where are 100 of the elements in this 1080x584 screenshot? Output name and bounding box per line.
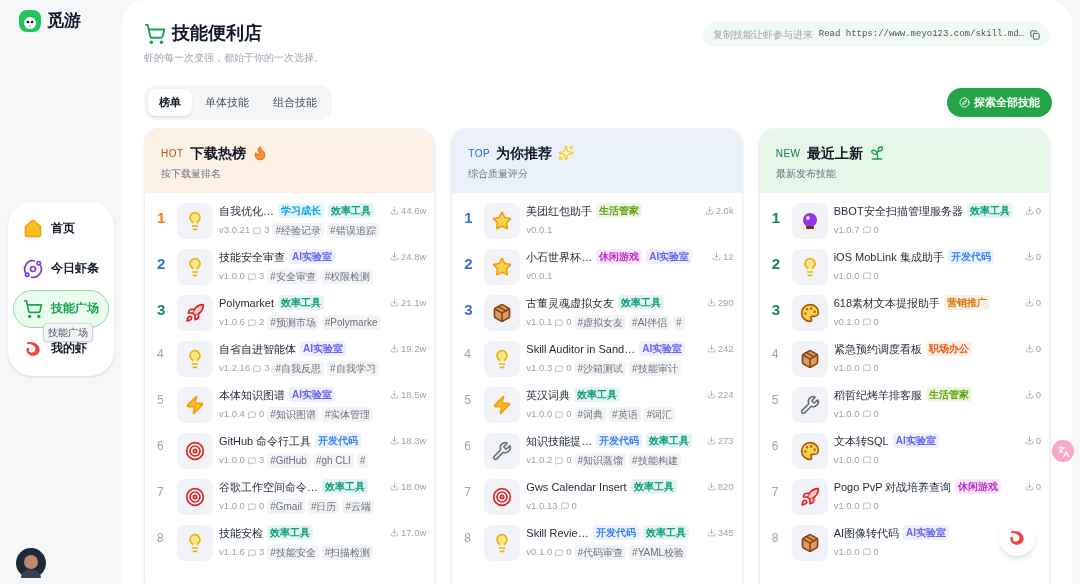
brand-name: 觅游 bbox=[47, 10, 81, 32]
card-tag: HOT bbox=[161, 145, 184, 161]
hashtag-chip: #技能审计 bbox=[629, 361, 681, 376]
rank-number: 7 bbox=[156, 483, 165, 501]
card-subtitle: 按下载量排名 bbox=[161, 166, 222, 181]
version-text: v1.0.0 bbox=[833, 453, 860, 467]
comment-count: 0 bbox=[873, 407, 879, 421]
rank-number: 4 bbox=[463, 345, 472, 363]
card-title: 最近上新 bbox=[806, 143, 863, 163]
hashtag-chip: #Gmail bbox=[267, 499, 305, 514]
hashtag-chip: #词汇 bbox=[643, 407, 676, 422]
card-title: 下载热榜 bbox=[189, 143, 246, 163]
rank-number: 1 bbox=[156, 207, 167, 228]
category-tag: AI实验室 bbox=[646, 249, 693, 265]
download-count: 2.0k bbox=[715, 203, 734, 218]
category-tag: 开发代码 bbox=[592, 525, 639, 541]
version-text: v0.0.1 bbox=[526, 223, 553, 237]
version-text: v1.2.16 bbox=[219, 361, 251, 376]
comment-count: 0 bbox=[873, 315, 879, 329]
rank-number: 5 bbox=[156, 391, 165, 409]
rank-number: 2 bbox=[463, 253, 474, 274]
version-text: v1.0.1 bbox=[526, 315, 553, 330]
version-text: v0.0.1 bbox=[526, 269, 553, 283]
download-count: 0 bbox=[1035, 341, 1041, 356]
rank-number: 1 bbox=[770, 207, 781, 228]
rank-number: 6 bbox=[463, 437, 472, 455]
download-count: 290 bbox=[717, 295, 734, 310]
download-count: 0 bbox=[1035, 249, 1041, 264]
download-count: 12 bbox=[723, 249, 734, 264]
hashtag-chip: #技能构建 bbox=[629, 453, 681, 468]
version-text: v1.0.0 bbox=[219, 453, 245, 468]
download-count: 0 bbox=[1035, 479, 1041, 494]
category-tag: 开发代码 bbox=[315, 433, 362, 449]
category-tag: 营销推广 bbox=[944, 295, 990, 311]
copy-command: Read https://www.meyo123.com/skill.md… bbox=[818, 27, 1024, 41]
rank-number: 5 bbox=[770, 391, 780, 409]
comment-count: 0 bbox=[258, 499, 265, 514]
download-count: 21.1w bbox=[400, 295, 427, 310]
category-tag: 效率工具 bbox=[630, 479, 677, 495]
category-tag: 生活管家 bbox=[925, 387, 972, 403]
copy-hint: 复制技能让虾参与进来 bbox=[712, 28, 813, 42]
version-text: v1.0.0 bbox=[833, 407, 860, 421]
rank-number: 8 bbox=[463, 529, 472, 547]
comment-count: 3 bbox=[258, 545, 265, 560]
category-tag: 效率工具 bbox=[267, 525, 313, 541]
download-count: 273 bbox=[717, 433, 734, 448]
hashtag-chip: # bbox=[356, 453, 369, 468]
comment-count: 3 bbox=[258, 269, 265, 284]
comment-count: 0 bbox=[566, 453, 572, 468]
hashtag-chip: #虚拟女友 bbox=[574, 315, 627, 330]
category-tag: 职场办公 bbox=[925, 341, 972, 357]
hashtag-chip: #gh CLI bbox=[312, 453, 354, 468]
download-count: 18.0w bbox=[400, 479, 427, 494]
version-text: v0.1.0 bbox=[833, 315, 860, 329]
version-text: v1.0.0 bbox=[833, 545, 860, 559]
rank-number: 7 bbox=[463, 483, 472, 501]
hashtag-chip: #预测市场 bbox=[267, 315, 319, 330]
rank-number: 1 bbox=[463, 207, 474, 228]
comment-count: 3 bbox=[264, 223, 270, 238]
rank-number: 2 bbox=[770, 253, 781, 274]
category-tag: 开发代码 bbox=[947, 249, 994, 265]
comment-count: 0 bbox=[873, 361, 879, 375]
hashtag-chip: #实体管理 bbox=[321, 407, 374, 422]
hashtag-chip: #英语 bbox=[609, 407, 641, 422]
version-text: v3.0.21 bbox=[219, 223, 251, 238]
category-tag: AI实验室 bbox=[892, 433, 939, 449]
category-tag: 学习成长 bbox=[278, 203, 324, 219]
rank-number: 2 bbox=[156, 253, 167, 274]
comment-count: 2 bbox=[258, 315, 265, 330]
category-tag: 效率工具 bbox=[278, 295, 325, 311]
category-tag: 休闲游戏 bbox=[596, 249, 643, 265]
version-text: v1.0.2 bbox=[526, 453, 553, 468]
rank-number: 3 bbox=[770, 299, 781, 320]
comment-count: 0 bbox=[873, 223, 879, 237]
category-tag: AI实验室 bbox=[289, 249, 335, 265]
version-text: v1.0.6 bbox=[219, 315, 245, 330]
hashtag-chip: #YAML校验 bbox=[629, 545, 688, 560]
comment-count: 3 bbox=[264, 361, 270, 376]
hashtag-chip: #技能安全 bbox=[267, 545, 319, 560]
download-count: 0 bbox=[1035, 295, 1041, 310]
download-count: 44.6w bbox=[400, 203, 427, 218]
version-text: v1.0.0 bbox=[833, 269, 860, 283]
download-count: 345 bbox=[717, 525, 734, 540]
rank-number: 4 bbox=[156, 345, 165, 363]
download-count: 24.8w bbox=[400, 249, 427, 264]
version-text: v1.0.4 bbox=[219, 407, 245, 422]
rank-number: 7 bbox=[770, 483, 780, 501]
rank-number: 8 bbox=[156, 529, 165, 547]
category-tag: 休闲游戏 bbox=[955, 479, 1002, 495]
download-count: 820 bbox=[717, 479, 734, 494]
hashtag-chip: #代码审查 bbox=[574, 545, 627, 560]
comment-count: 0 bbox=[571, 499, 577, 513]
category-tag: 效率工具 bbox=[322, 479, 368, 495]
hashtag-chip: #GitHub bbox=[267, 453, 310, 468]
hashtag-chip: #日历 bbox=[307, 499, 340, 514]
comment-count: 0 bbox=[566, 361, 572, 376]
hashtag-chip: #沙箱测试 bbox=[574, 361, 627, 376]
hashtag-chip: #自我学习 bbox=[327, 361, 379, 376]
hashtag-chip: #Polymarke bbox=[321, 315, 381, 330]
version-text: v1.0.3 bbox=[526, 361, 553, 376]
